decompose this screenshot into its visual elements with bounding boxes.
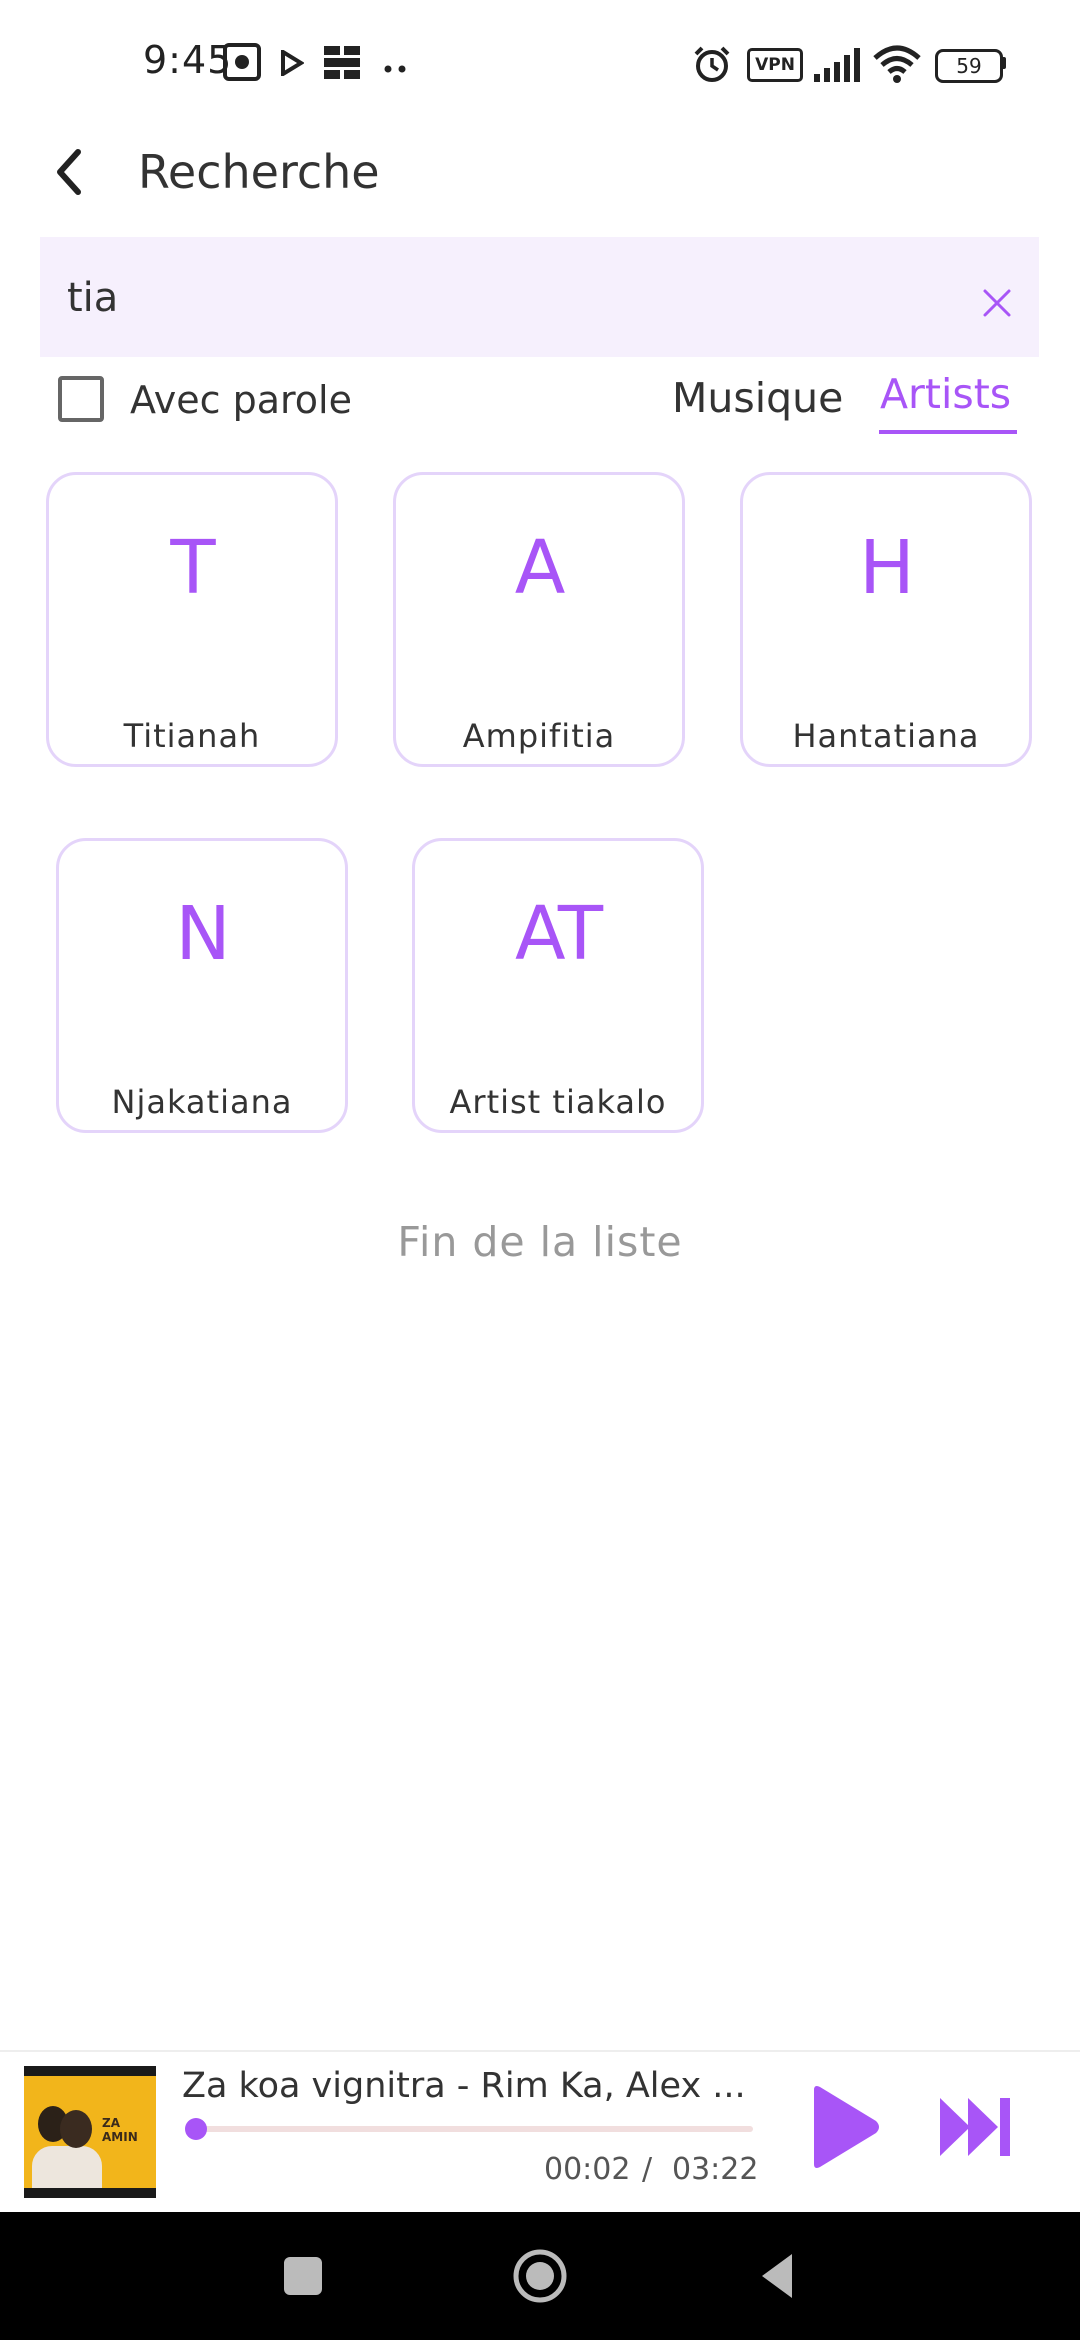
screenshot-icon — [222, 42, 262, 86]
back-arrow-icon[interactable] — [44, 142, 104, 202]
play-store-icon — [280, 48, 305, 80]
skip-next-icon[interactable] — [936, 2090, 1016, 2164]
lyrics-checkbox[interactable] — [58, 376, 104, 422]
artist-name: Hantatiana — [792, 717, 980, 755]
artist-card[interactable]: N Njakatiana — [56, 838, 348, 1133]
art-border-top — [24, 2066, 156, 2076]
artist-initials: AT — [514, 891, 603, 977]
back-nav-icon[interactable] — [748, 2246, 808, 2306]
close-icon[interactable] — [972, 278, 1022, 328]
art-border-bottom — [24, 2188, 156, 2198]
time-separator: / — [642, 2152, 653, 2187]
header: Recherche — [0, 120, 1080, 230]
artist-card[interactable]: H Hantatiana — [740, 472, 1032, 767]
artist-name: Njakatiana — [111, 1083, 293, 1121]
artist-initials: T — [170, 525, 215, 611]
recents-icon[interactable] — [273, 2246, 333, 2306]
artist-initials: A — [514, 525, 566, 611]
art-face — [60, 2110, 92, 2148]
mini-player[interactable]: ZA AMIN Za koa vignitra - Rim Ka, Alex .… — [0, 2050, 1080, 2214]
art-text: ZA AMIN — [102, 2116, 138, 2144]
progress-slider[interactable] — [184, 2118, 753, 2140]
home-icon[interactable] — [510, 2246, 570, 2306]
artist-name: Artist tiakalo — [449, 1083, 667, 1121]
system-nav-bar — [0, 2212, 1080, 2340]
search-value: tia — [67, 275, 119, 321]
alarm-icon — [692, 44, 732, 88]
song-title: Za koa vignitra - Rim Ka, Alex ... — [182, 2066, 746, 2106]
vpn-icon: VPN — [747, 48, 803, 82]
artist-name: Titianah — [123, 717, 261, 755]
grid-icon — [322, 42, 362, 86]
tab-artists[interactable]: Artists — [880, 370, 1011, 418]
end-of-list-text: Fin de la liste — [397, 1218, 683, 1266]
wifi-icon — [872, 44, 922, 88]
status-time: 9:45 — [143, 38, 233, 82]
battery-icon: 59 — [935, 49, 1003, 83]
album-art[interactable]: ZA AMIN — [24, 2066, 156, 2198]
artist-initials: H — [859, 525, 915, 611]
page-title: Recherche — [138, 145, 380, 199]
more-dots-icon — [384, 58, 410, 77]
artist-card[interactable]: T Titianah — [46, 472, 338, 767]
current-time: 00:02 — [544, 2152, 631, 2187]
art-figure — [32, 2146, 102, 2190]
status-bar: 9:45 VPN 59 — [0, 0, 1080, 120]
artist-initials: N — [175, 891, 230, 977]
checkbox-label: Avec parole — [130, 378, 352, 422]
total-time: 03:22 — [672, 2152, 759, 2187]
artist-card[interactable]: A Ampifitia — [393, 472, 685, 767]
signal-icon — [812, 46, 862, 86]
search-input[interactable]: tia — [40, 237, 1039, 357]
play-icon[interactable] — [804, 2082, 884, 2172]
artist-name: Ampifitia — [462, 717, 616, 755]
battery-tip — [1001, 57, 1006, 69]
tab-active-indicator — [879, 430, 1017, 434]
artist-card[interactable]: AT Artist tiakalo — [412, 838, 704, 1133]
progress-thumb[interactable] — [184, 2118, 207, 2140]
tab-musique[interactable]: Musique — [672, 374, 843, 422]
